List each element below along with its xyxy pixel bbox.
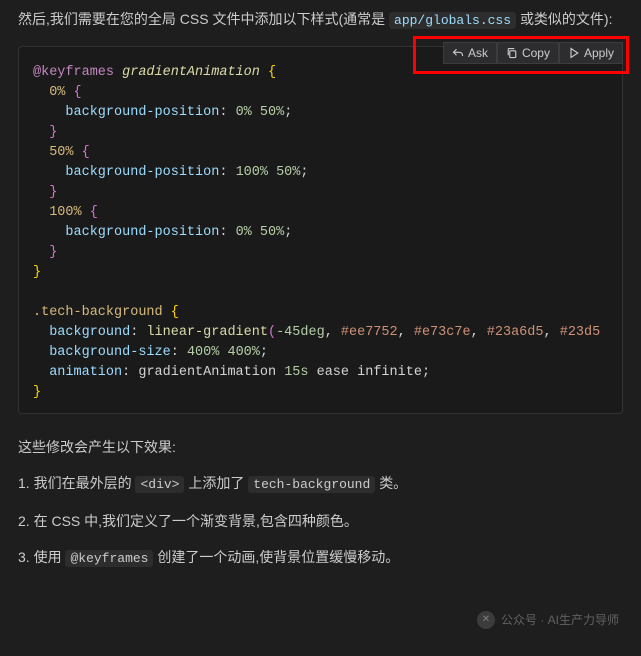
code-toolbar: Ask Copy Apply xyxy=(443,42,623,64)
effects-list: 1. 我们在最外层的 <div> 上添加了 tech-background 类。… xyxy=(18,472,623,570)
intro-text-1: 然后,我们需要在您的全局 CSS 文件中添加以下样式(通常是 xyxy=(18,11,389,27)
copy-label: Copy xyxy=(522,46,550,60)
intro-text-2: 或类似的文件): xyxy=(520,11,613,27)
list-item: 2. 在 CSS 中,我们定义了一个渐变背景,包含四种颜色。 xyxy=(18,510,623,532)
copy-icon xyxy=(506,47,518,59)
apply-button[interactable]: Apply xyxy=(559,42,623,64)
wechat-icon: ✕ xyxy=(477,611,495,629)
ask-label: Ask xyxy=(468,46,488,60)
code-block-wrapper: Ask Copy Apply @keyframes gradientAnimat… xyxy=(18,46,623,414)
outro-heading: 这些修改会产生以下效果: xyxy=(18,436,623,458)
list-item: 3. 使用 @keyframes 创建了一个动画,使背景位置缓慢移动。 xyxy=(18,546,623,570)
reply-icon xyxy=(452,47,464,59)
inline-code-techbg: tech-background xyxy=(248,476,375,493)
code-block[interactable]: @keyframes gradientAnimation { 0% { back… xyxy=(18,46,623,414)
outro-section: 这些修改会产生以下效果: 1. 我们在最外层的 <div> 上添加了 tech-… xyxy=(18,436,623,570)
copy-button[interactable]: Copy xyxy=(497,42,559,64)
inline-code-keyframes: @keyframes xyxy=(65,550,153,567)
list-item: 1. 我们在最外层的 <div> 上添加了 tech-background 类。 xyxy=(18,472,623,496)
watermark: ✕ 公众号 · AI生产力导师 xyxy=(477,611,619,630)
apply-label: Apply xyxy=(584,46,614,60)
inline-code-globals: app/globals.css xyxy=(389,12,516,29)
inline-code-div: <div> xyxy=(135,476,184,493)
ask-button[interactable]: Ask xyxy=(443,42,497,64)
play-icon xyxy=(568,47,580,59)
watermark-label: 公众号 · AI生产力导师 xyxy=(501,611,619,630)
intro-paragraph: 然后,我们需要在您的全局 CSS 文件中添加以下样式(通常是 app/globa… xyxy=(18,8,623,32)
